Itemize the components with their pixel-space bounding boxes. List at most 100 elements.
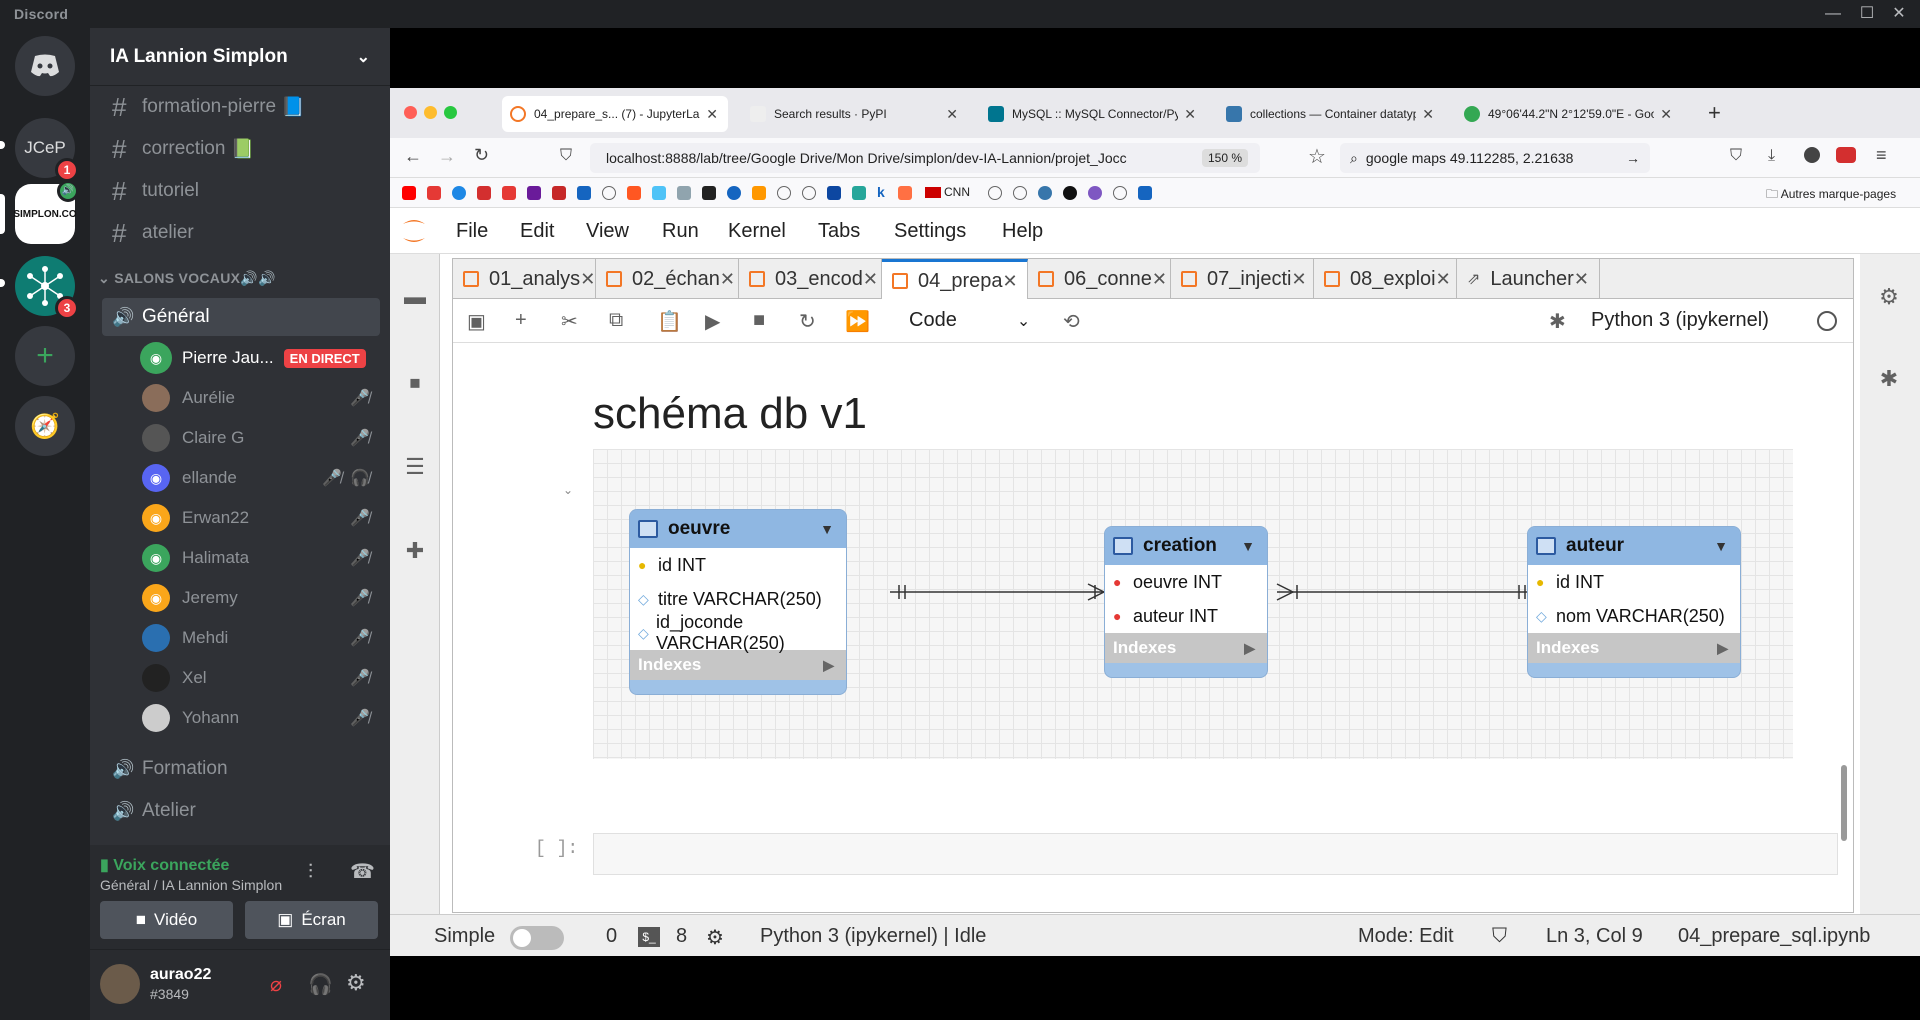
close-window-icon[interactable] bbox=[404, 106, 417, 119]
close-tab-icon[interactable]: ✕ bbox=[863, 269, 878, 290]
copy-icon[interactable]: ⧉ bbox=[609, 309, 623, 332]
voice-user[interactable]: ◉ ellande 🎤̸ 🎧̸ bbox=[142, 460, 382, 496]
browser-tab[interactable]: collections — Container datatyp ✕ bbox=[1218, 96, 1444, 132]
menu-file[interactable]: File bbox=[456, 220, 488, 243]
voice-user[interactable]: Xel 🎤̸ bbox=[142, 660, 382, 696]
bookmark-icon[interactable] bbox=[702, 186, 716, 200]
browser-tab-active[interactable]: 04_prepare_s... (7) - JupyterLab ✕ bbox=[502, 96, 728, 132]
extension-icon[interactable] bbox=[1804, 147, 1820, 163]
close-tab-icon[interactable]: ✕ bbox=[1152, 269, 1167, 290]
bookmark-icon[interactable] bbox=[802, 186, 816, 200]
user-avatar[interactable] bbox=[100, 964, 140, 1004]
doc-tab[interactable]: 01_analys ✕ bbox=[453, 259, 596, 299]
close-tab-icon[interactable]: ✕ bbox=[1574, 269, 1589, 290]
close-tab-icon[interactable]: ✕ bbox=[706, 106, 718, 123]
bookmark-icon[interactable] bbox=[552, 186, 566, 200]
server-ia-network[interactable]: 3 bbox=[15, 256, 79, 320]
menu-kernel[interactable]: Kernel bbox=[728, 220, 786, 243]
pocket-icon[interactable]: ⛉ bbox=[1730, 147, 1742, 165]
close-icon[interactable]: ✕ bbox=[1884, 2, 1914, 26]
server-jcep[interactable]: JCeP 1 bbox=[15, 118, 79, 182]
settings-gear-icon[interactable]: ⚙ bbox=[346, 970, 366, 996]
doc-tab[interactable]: 03_encod ✕ bbox=[739, 259, 882, 299]
running-icon[interactable]: ⏹ bbox=[402, 370, 428, 396]
globe-icon[interactable] bbox=[988, 186, 1002, 200]
bookmark-icon[interactable] bbox=[627, 186, 641, 200]
zoom-level[interactable]: 150 % bbox=[1202, 149, 1249, 167]
video-button[interactable]: ■ Vidéo bbox=[100, 901, 233, 939]
voice-channel-atelier[interactable]: 🔊 Atelier bbox=[102, 792, 380, 830]
bookmark-icon[interactable] bbox=[727, 186, 741, 200]
property-inspector-icon[interactable]: ⚙ bbox=[1876, 284, 1902, 310]
bookmark-icon[interactable] bbox=[427, 186, 441, 200]
bookmark-cnn[interactable]: CNN bbox=[925, 185, 970, 199]
browser-tab[interactable]: 49°06'44.2"N 2°12'59.0"E - Goo ✕ bbox=[1456, 96, 1682, 132]
terminal-icon[interactable]: $_ bbox=[638, 927, 660, 947]
bookmark-k-icon[interactable]: k bbox=[877, 184, 885, 200]
doc-tab[interactable]: ⇗ Launcher ✕ bbox=[1457, 259, 1600, 299]
bookmark-icon[interactable] bbox=[677, 186, 691, 200]
explore-servers-button[interactable]: 🧭 bbox=[15, 396, 75, 456]
run-icon[interactable]: ▶ bbox=[705, 309, 720, 334]
stop-icon[interactable]: ■ bbox=[753, 309, 765, 332]
git-icon[interactable]: ⟲ bbox=[1063, 309, 1080, 334]
bookmark-icon[interactable] bbox=[477, 186, 491, 200]
doc-tab[interactable]: 07_injecti ✕ bbox=[1171, 259, 1314, 299]
browser-tab[interactable]: Search results · PyPI ✕ bbox=[742, 96, 968, 132]
github-icon[interactable] bbox=[1063, 186, 1077, 200]
extension-puzzle-icon[interactable]: ✚ bbox=[402, 538, 428, 564]
cut-icon[interactable]: ✂ bbox=[561, 309, 578, 334]
python-icon[interactable] bbox=[1038, 186, 1052, 200]
globe-icon[interactable] bbox=[777, 186, 791, 200]
paste-icon[interactable]: 📋 bbox=[657, 309, 682, 334]
voice-user[interactable]: ◉ Erwan22 🎤̸ bbox=[142, 500, 382, 536]
channel-tutoriel[interactable]: # tutoriel bbox=[102, 172, 380, 210]
close-tab-icon[interactable]: ✕ bbox=[580, 269, 595, 290]
channel-atelier[interactable]: # atelier bbox=[102, 214, 380, 252]
trusted-shield-icon[interactable]: ⛉ bbox=[1492, 925, 1507, 948]
guild-header[interactable]: IA Lannion Simplon ⌄ bbox=[90, 28, 390, 86]
cursor-position[interactable]: Ln 3, Col 9 bbox=[1546, 925, 1643, 948]
bookmark-star-icon[interactable]: ☆ bbox=[1308, 144, 1326, 169]
bookmark-icon[interactable] bbox=[1088, 186, 1102, 200]
shield-icon[interactable]: ⛉ bbox=[560, 147, 572, 165]
toc-icon[interactable]: ☰ bbox=[402, 454, 428, 480]
screen-share-button[interactable]: ▣ Écran bbox=[245, 901, 378, 939]
menu-edit[interactable]: Edit bbox=[520, 220, 554, 243]
forward-icon[interactable]: → bbox=[438, 146, 456, 167]
download-icon[interactable]: ⤓ bbox=[1768, 147, 1775, 165]
minimize-icon[interactable]: — bbox=[1818, 2, 1848, 26]
disconnect-icon[interactable]: ☎ bbox=[350, 859, 375, 884]
scrollbar-thumb[interactable] bbox=[1841, 765, 1847, 841]
home-button[interactable] bbox=[15, 36, 75, 96]
search-bar[interactable]: ⌕ google maps 49.112285, 2.21638 → bbox=[1340, 143, 1650, 173]
channel-formation-pierre[interactable]: # formation-pierre 📘 bbox=[102, 88, 380, 126]
other-bookmarks[interactable]: 🗀 Autres marque-pages bbox=[1766, 185, 1896, 206]
bookmark-icon[interactable] bbox=[752, 186, 766, 200]
kernel-name[interactable]: Python 3 (ipykernel) bbox=[1591, 309, 1769, 332]
doc-tab-active[interactable]: 04_prepa ✕ bbox=[882, 259, 1028, 300]
voice-user[interactable]: Mehdi 🎤̸ bbox=[142, 620, 382, 656]
reload-icon[interactable]: ↻ bbox=[474, 145, 489, 166]
bug-icon[interactable]: ✱ bbox=[1549, 309, 1566, 334]
add-server-button[interactable]: + bbox=[15, 326, 75, 386]
close-tab-icon[interactable]: ✕ bbox=[1422, 106, 1434, 123]
zoom-window-icon[interactable] bbox=[444, 106, 457, 119]
bookmark-youtube-icon[interactable] bbox=[402, 186, 416, 200]
voice-channel-general[interactable]: 🔊 Général bbox=[102, 298, 380, 336]
menu-tabs[interactable]: Tabs bbox=[818, 220, 860, 243]
close-tab-icon[interactable]: ✕ bbox=[1436, 269, 1451, 290]
save-icon[interactable]: ▣ bbox=[467, 309, 486, 334]
bookmark-icon[interactable] bbox=[898, 186, 912, 200]
code-cell-input[interactable] bbox=[593, 833, 1838, 875]
minimize-window-icon[interactable] bbox=[424, 106, 437, 119]
channel-correction[interactable]: # correction 📗 bbox=[102, 130, 380, 168]
menu-run[interactable]: Run bbox=[662, 220, 699, 243]
menu-view[interactable]: View bbox=[586, 220, 629, 243]
bookmark-icon[interactable] bbox=[827, 186, 841, 200]
insert-cell-icon[interactable]: + bbox=[515, 309, 527, 332]
fast-forward-icon[interactable]: ⏩ bbox=[845, 309, 870, 334]
go-arrow-icon[interactable]: → bbox=[1626, 150, 1640, 166]
globe-icon[interactable] bbox=[1113, 186, 1127, 200]
voice-user[interactable]: ◉ Jeremy 🎤̸ bbox=[142, 580, 382, 616]
